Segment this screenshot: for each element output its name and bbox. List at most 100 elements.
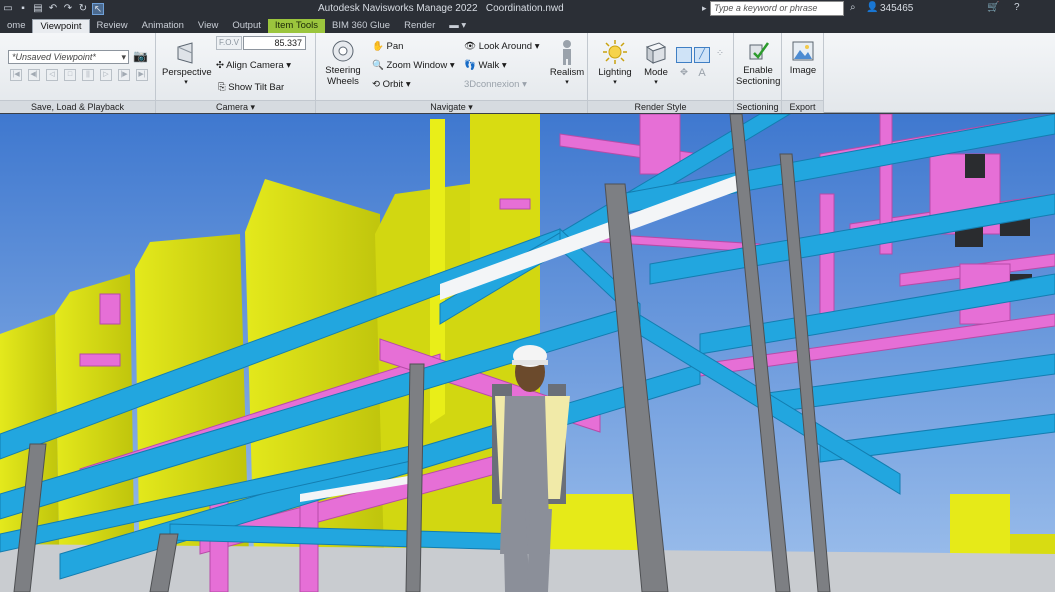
panel-sectioning: Enable Sectioning Sectioning	[734, 33, 782, 113]
redo-icon[interactable]: ↷	[62, 3, 74, 15]
tab-review[interactable]: Review	[90, 19, 135, 33]
step-forward-icon[interactable]: |▶	[118, 69, 130, 81]
panel-label[interactable]: Render Style	[588, 100, 733, 113]
show-tilt-bar-button[interactable]: ⎘ Show Tilt Bar	[218, 82, 284, 93]
fov-label: F.O.V	[216, 36, 242, 50]
open-icon[interactable]: ▭	[2, 3, 14, 15]
person-icon	[563, 40, 571, 65]
mode-button[interactable]: Mode ▾	[638, 39, 674, 86]
walk-button[interactable]: 👣 Walk ▾	[464, 60, 507, 71]
enable-sectioning-label-1: Enable	[743, 65, 773, 76]
lighting-button[interactable]: Lighting ▾	[594, 39, 636, 86]
user-icon[interactable]: 👤	[866, 2, 878, 13]
navigate-panel-label: Navigate	[430, 102, 466, 112]
panel-label[interactable]: Sectioning	[734, 100, 781, 113]
walk-label: Walk	[478, 60, 500, 71]
tab-home[interactable]: ome	[0, 19, 32, 33]
viewpoint-select[interactable]: *Unsaved Viewpoint* ▾	[8, 50, 129, 64]
tab-output[interactable]: Output	[225, 19, 268, 33]
undo-icon[interactable]: ↶	[47, 3, 59, 15]
text-toggle-icon[interactable]: A	[694, 67, 710, 83]
align-camera-button[interactable]: ✣ Align Camera ▾	[216, 60, 291, 71]
steering-wheels-label-1: Steering	[325, 65, 361, 76]
steering-wheels-label-2: Wheels	[327, 76, 359, 87]
chevron-down-icon: ▾	[565, 79, 569, 86]
stop-icon[interactable]: □	[64, 69, 76, 81]
panel-label[interactable]: Export	[782, 100, 823, 113]
search-input[interactable]: Type a keyword or phrase	[710, 1, 844, 16]
model-scene[interactable]	[0, 114, 1055, 592]
help-icon[interactable]: ?	[1014, 2, 1020, 13]
points-toggle-icon[interactable]: ⁘	[712, 47, 728, 63]
panel-label[interactable]: Navigate ▾	[316, 100, 587, 113]
chevron-down-icon: ▾	[654, 79, 658, 86]
lines-toggle-icon[interactable]: ╱	[694, 47, 710, 63]
fov-input[interactable]: 85.337	[243, 36, 306, 50]
look-around-icon: 👁	[464, 41, 477, 52]
enable-sectioning-label-2: Sectioning	[736, 76, 781, 87]
sectioning-icon	[749, 42, 770, 60]
surfaces-toggle-icon[interactable]	[676, 47, 692, 63]
app-name: Autodesk Navisworks Manage 2022	[318, 3, 478, 14]
play-reverse-icon[interactable]: ◁	[46, 69, 58, 81]
lighting-label: Lighting	[598, 67, 632, 78]
cube-icon	[645, 42, 667, 64]
save-icon[interactable]: ▪	[17, 3, 29, 15]
3dconnexion-label: 3Dconnexion	[464, 79, 520, 90]
tab-item-tools[interactable]: Item Tools	[267, 19, 325, 33]
search-expand-icon[interactable]: ▸	[702, 3, 707, 14]
window-title: Autodesk Navisworks Manage 2022 Coordina…	[318, 3, 564, 14]
print-icon[interactable]: ▤	[32, 3, 44, 15]
refresh-icon[interactable]: ↻	[77, 3, 89, 15]
tab-render[interactable]: Render	[397, 19, 442, 33]
pan-label: Pan	[386, 41, 404, 52]
ribbon: *Unsaved Viewpoint* ▾ 📷 |◀ ◀| ◁ □ || ▷ |…	[0, 33, 1055, 113]
save-viewpoint-icon[interactable]: 📷	[133, 49, 148, 63]
cart-icon[interactable]: 🛒	[987, 2, 999, 13]
tilt-bar-icon: ⎘	[218, 82, 226, 93]
align-camera-icon: ✣	[216, 60, 224, 71]
first-frame-icon[interactable]: |◀	[10, 69, 22, 81]
panel-render-style: Lighting ▾ Mode ▾ ╱ ⁘ ✥ A Render Style	[588, 33, 734, 113]
image-icon	[792, 41, 814, 61]
ribbon-tabs: ome Viewpoint Review Animation View Outp…	[0, 18, 1055, 33]
pan-button[interactable]: ✋ Pan	[372, 41, 403, 52]
sun-icon	[603, 40, 627, 64]
show-tilt-bar-label: Show Tilt Bar	[228, 82, 285, 93]
3dconnexion-button[interactable]: 3Dconnexion ▾	[464, 79, 527, 90]
look-around-button[interactable]: 👁 Look Around ▾	[464, 41, 539, 52]
snap-points-toggle-icon[interactable]: ✥	[676, 67, 692, 83]
file-name: Coordination.nwd	[485, 3, 564, 14]
align-camera-label: Align Camera	[226, 60, 284, 71]
panel-label[interactable]: Save, Load & Playback	[0, 100, 155, 113]
steering-wheels-button[interactable]: Steering Wheels	[320, 39, 366, 87]
step-back-icon[interactable]: ◀|	[28, 69, 40, 81]
orbit-button[interactable]: ⟲ Orbit ▾	[372, 79, 411, 90]
image-export-button[interactable]: Image	[784, 39, 822, 76]
realism-button[interactable]: Realism ▾	[548, 39, 586, 86]
user-id[interactable]: 345465	[880, 3, 913, 14]
last-frame-icon[interactable]: ▶|	[136, 69, 148, 81]
play-icon[interactable]: ▷	[100, 69, 112, 81]
3d-viewport[interactable]	[0, 114, 1055, 592]
zoom-window-button[interactable]: 🔍 Zoom Window ▾	[372, 60, 455, 71]
chevron-down-icon: ▾	[184, 79, 188, 86]
binoculars-icon[interactable]: ⌕	[850, 2, 856, 13]
tab-overflow[interactable]: ▬ ▾	[442, 19, 473, 33]
select-icon[interactable]: ↖	[92, 3, 104, 15]
tab-animation[interactable]: Animation	[135, 19, 191, 33]
perspective-button[interactable]: Perspective ▾	[162, 41, 212, 86]
tab-view[interactable]: View	[191, 19, 225, 33]
panel-camera: Perspective ▾ F.O.V 85.337 ✣ Align Camer…	[156, 33, 316, 113]
pause-icon[interactable]: ||	[82, 69, 94, 81]
tab-bim-360-glue[interactable]: BIM 360 Glue	[325, 19, 397, 33]
enable-sectioning-button[interactable]: Enable Sectioning	[736, 39, 780, 87]
tab-viewpoint[interactable]: Viewpoint	[32, 19, 90, 33]
quick-access-toolbar: ▭ ▪ ▤ ↶ ↷ ↻ ↖	[0, 3, 160, 15]
panel-label[interactable]: Camera ▾	[156, 100, 315, 113]
chevron-down-icon: ▾	[121, 52, 126, 62]
zoom-window-label: Zoom Window	[386, 60, 448, 71]
title-bar: ▭ ▪ ▤ ↶ ↷ ↻ ↖ Autodesk Navisworks Manage…	[0, 0, 1055, 18]
realism-label: Realism	[549, 67, 585, 78]
orbit-label: Orbit	[382, 79, 404, 90]
